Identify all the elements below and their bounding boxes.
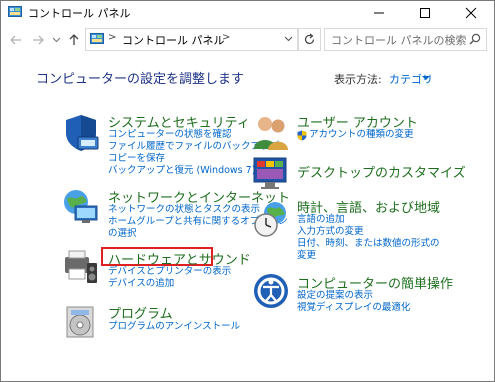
maximize-button[interactable]	[402, 1, 448, 25]
minimize-button[interactable]	[356, 1, 402, 25]
link-optimize-visual-display[interactable]: 視覚ディスプレイの最適化	[297, 302, 410, 314]
link-change-date-time-format-cont[interactable]: 変更	[297, 250, 316, 262]
page-title: コンピューターの設定を調整します	[36, 72, 245, 87]
link-save-copy[interactable]: コピーを保存	[108, 153, 165, 165]
search-icon[interactable]	[469, 33, 481, 45]
link-homegroup-options-cont[interactable]: の選択	[108, 228, 137, 240]
control-panel-icon	[8, 6, 22, 17]
uac-shield-icon	[297, 130, 307, 141]
back-arrow-icon[interactable]	[9, 33, 23, 47]
control-panel-window: コントロール パネル > コントロール パネル > コントロール パネルの検索 …	[0, 0, 495, 382]
breadcrumb-separator-icon[interactable]: >	[108, 32, 116, 43]
close-button[interactable]	[448, 1, 494, 25]
users-icon[interactable]	[251, 113, 291, 153]
link-change-input-method[interactable]: 入力方式の変更	[297, 226, 364, 238]
refresh-button[interactable]	[298, 28, 321, 51]
minimize-icon	[374, 12, 384, 14]
address-bar[interactable]: > コントロール パネル >	[85, 28, 298, 51]
ease-of-access-icon[interactable]	[251, 271, 291, 311]
chevron-down-icon[interactable]	[422, 76, 430, 80]
link-backup-restore[interactable]: バックアップと復元 (Windows 7)	[108, 165, 255, 177]
clock-globe-icon[interactable]	[251, 199, 291, 239]
maximize-icon	[420, 8, 430, 18]
network-globe-icon[interactable]	[61, 187, 101, 227]
link-check-status[interactable]: コンピューターの状態を確認	[108, 129, 232, 141]
link-uninstall-program[interactable]: プログラムのアンインストール	[108, 321, 240, 333]
category-title-desktop-customization[interactable]: デスクトップのカスタマイズ	[297, 162, 466, 181]
control-panel-icon	[90, 33, 104, 44]
category-title-programs[interactable]: プログラム	[108, 303, 173, 322]
navigation-bar: > コントロール パネル > コントロール パネルの検索	[1, 25, 494, 55]
link-change-date-time-format[interactable]: 日付、時刻、または数値の形式の	[297, 238, 440, 250]
title-bar: コントロール パネル	[1, 1, 494, 25]
up-arrow-icon[interactable]	[67, 33, 81, 47]
printer-speaker-icon[interactable]	[61, 247, 101, 287]
window-title: コントロール パネル	[28, 7, 131, 20]
view-by-label: 表示方法:	[334, 73, 382, 86]
search-input[interactable]: コントロール パネルの検索	[324, 28, 487, 51]
link-add-language[interactable]: 言語の追加	[297, 214, 345, 226]
programs-disc-icon[interactable]	[61, 301, 101, 341]
link-get-recommendations[interactable]: 設定の提案の表示	[297, 290, 373, 302]
address-dropdown-icon[interactable]	[284, 35, 293, 43]
desktop-palette-icon[interactable]	[251, 153, 291, 193]
recent-locations-chevron-icon[interactable]	[52, 33, 61, 47]
link-devices-printers[interactable]: デバイスとプリンターの表示	[108, 266, 231, 278]
shield-icon[interactable]	[61, 113, 101, 153]
link-add-device[interactable]: デバイスの追加	[108, 278, 174, 290]
breadcrumb-separator-icon[interactable]: >	[222, 32, 230, 43]
link-network-status[interactable]: ネットワークの状態とタスクの表示	[108, 204, 260, 216]
breadcrumb-control-panel[interactable]: コントロール パネル	[122, 32, 225, 48]
search-placeholder: コントロール パネルの検索	[331, 34, 467, 47]
close-icon	[465, 7, 477, 19]
refresh-icon	[304, 33, 315, 45]
forward-arrow-icon[interactable]	[31, 33, 45, 47]
link-change-account-type[interactable]: アカウントの種類の変更	[309, 129, 414, 141]
